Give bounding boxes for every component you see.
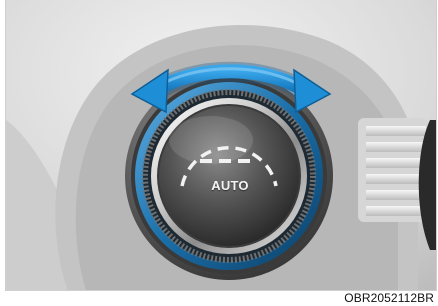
figure-frame: AUTO	[5, 0, 437, 291]
figure-caption-code: OBR2052112BR	[344, 291, 434, 305]
temperature-display-dashes	[200, 159, 250, 163]
auto-label: AUTO	[211, 178, 249, 193]
vent-grille	[358, 118, 428, 222]
control-panel-illustration	[6, 0, 436, 290]
